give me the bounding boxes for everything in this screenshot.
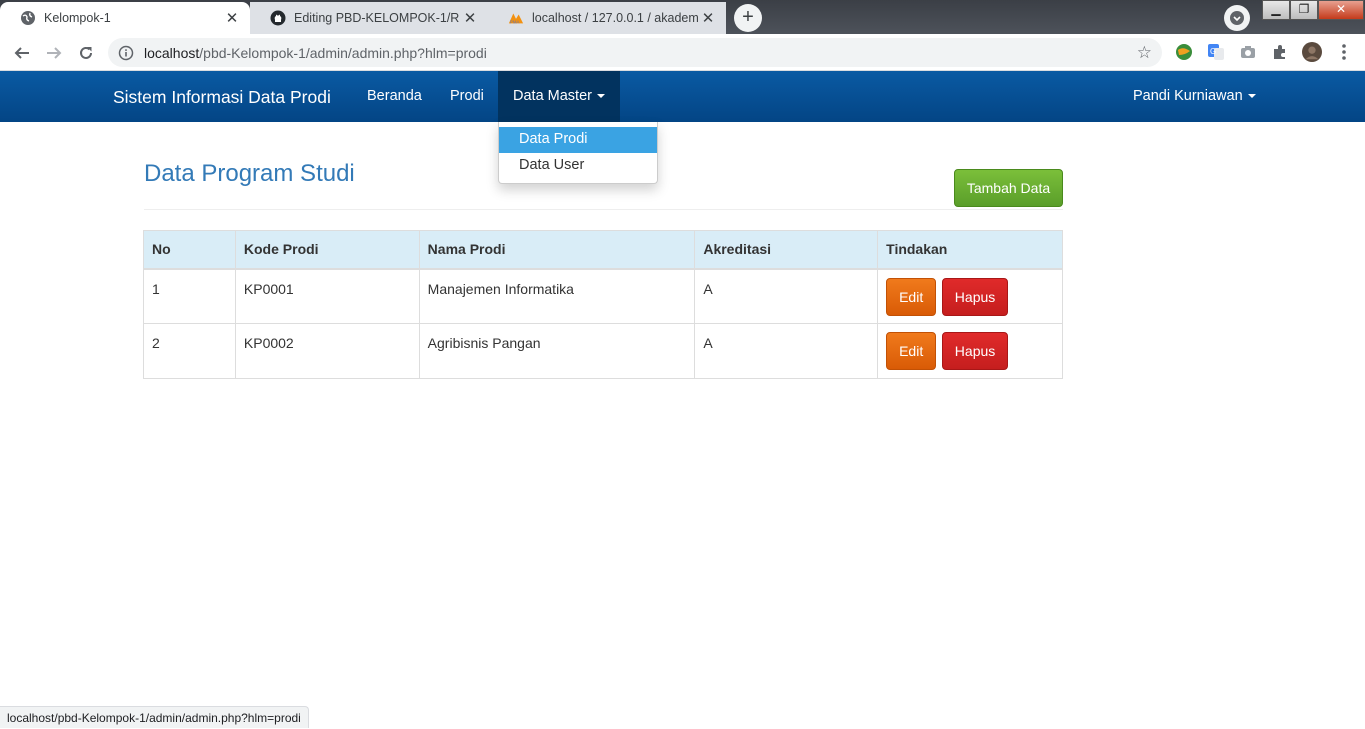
bookmark-star-icon[interactable]: ☆ bbox=[1137, 43, 1152, 63]
table-row: 2 KP0002 Agribisnis Pangan A Edit Hapus bbox=[143, 323, 1063, 379]
dropdown-item-data-user[interactable]: Data User bbox=[499, 153, 657, 179]
tab-search-button[interactable] bbox=[1224, 5, 1250, 31]
profile-avatar[interactable] bbox=[1302, 42, 1322, 62]
dropdown-item-data-prodi[interactable]: Data Prodi bbox=[499, 127, 657, 153]
github-icon bbox=[270, 10, 286, 26]
table-header-row: No Kode Prodi Nama Prodi Akreditasi Tind… bbox=[143, 230, 1063, 270]
page-title: Data Program Studi bbox=[144, 160, 355, 187]
new-tab-button[interactable]: + bbox=[734, 4, 762, 32]
data-master-dropdown-menu: Data Prodi Data User bbox=[498, 122, 658, 184]
table-row: 1 KP0001 Manajemen Informatika A Edit Ha… bbox=[143, 268, 1063, 324]
delete-button[interactable]: Hapus bbox=[942, 277, 1009, 316]
app-navbar: Sistem Informasi Data Prodi Beranda Prod… bbox=[0, 71, 1365, 122]
edit-button[interactable]: Edit bbox=[886, 277, 937, 316]
chevron-down-icon bbox=[1230, 11, 1244, 25]
info-icon[interactable] bbox=[118, 45, 134, 61]
browser-toolbar: localhost/pbd-Kelompok-1/admin/admin.php… bbox=[0, 34, 1365, 71]
caret-down-icon bbox=[596, 94, 605, 99]
arrow-right-icon bbox=[47, 47, 62, 59]
column-header-kode-prodi: Kode Prodi bbox=[234, 230, 420, 270]
extensions-puzzle-icon[interactable] bbox=[1270, 42, 1290, 62]
caret-down-icon bbox=[1247, 94, 1256, 99]
prodi-table: No Kode Prodi Nama Prodi Akreditasi Tind… bbox=[143, 230, 1063, 379]
column-header-nama-prodi: Nama Prodi bbox=[418, 230, 696, 270]
globe-icon bbox=[20, 10, 36, 26]
cell-akreditasi: A bbox=[694, 268, 879, 324]
tab-title: Editing PBD-KELOMPOK-1/READ bbox=[294, 11, 460, 25]
phpmyadmin-icon: PMA bbox=[508, 10, 524, 26]
close-tab-icon[interactable]: ✕ bbox=[222, 9, 242, 27]
link-status-bar: localhost/pbd-Kelompok-1/admin/admin.php… bbox=[0, 706, 309, 728]
browser-tab-strip: Kelompok-1 ✕ Editing PBD-KELOMPOK-1/READ… bbox=[0, 0, 1365, 34]
tab-github-editing[interactable]: Editing PBD-KELOMPOK-1/READ ✕ bbox=[250, 2, 488, 34]
cell-kode-prodi: KP0001 bbox=[234, 268, 420, 324]
arrow-left-icon bbox=[14, 47, 29, 59]
cell-nama-prodi: Agribisnis Pangan bbox=[418, 323, 696, 379]
tab-kelompok-1[interactable]: Kelompok-1 ✕ bbox=[0, 2, 250, 34]
cell-actions: Edit Hapus bbox=[877, 268, 1063, 324]
nav-dropdown-data-master[interactable]: Data Master bbox=[498, 71, 620, 122]
close-tab-icon[interactable]: ✕ bbox=[698, 9, 718, 27]
nav-link-beranda[interactable]: Beranda bbox=[367, 88, 422, 104]
cell-kode-prodi: KP0002 bbox=[234, 323, 420, 379]
maximize-button[interactable]: ❐ bbox=[1290, 0, 1318, 20]
cell-nama-prodi: Manajemen Informatika bbox=[418, 268, 696, 324]
tab-title: Kelompok-1 bbox=[44, 11, 111, 25]
camera-icon[interactable] bbox=[1238, 42, 1258, 62]
nav-link-prodi[interactable]: Prodi bbox=[450, 88, 484, 104]
delete-button[interactable]: Hapus bbox=[942, 332, 1009, 370]
nav-user-menu[interactable]: Pandi Kurniawan bbox=[1133, 88, 1256, 104]
back-button[interactable] bbox=[9, 40, 35, 66]
minimize-button[interactable]: ▁ bbox=[1262, 0, 1290, 20]
edit-button[interactable]: Edit bbox=[886, 332, 937, 370]
cell-akreditasi: A bbox=[694, 323, 879, 379]
add-data-button[interactable]: Tambah Data bbox=[954, 169, 1063, 207]
cell-actions: Edit Hapus bbox=[877, 323, 1063, 379]
svg-text:G: G bbox=[1210, 47, 1216, 56]
tab-phpmyadmin[interactable]: PMA localhost / 127.0.0.1 / akademik / ✕ bbox=[488, 2, 726, 34]
address-bar[interactable]: localhost/pbd-Kelompok-1/admin/admin.php… bbox=[108, 38, 1162, 67]
extension-globe-icon[interactable] bbox=[1174, 42, 1194, 62]
forward-button[interactable] bbox=[41, 40, 67, 66]
reload-button[interactable] bbox=[73, 40, 99, 66]
url-path: /pbd-Kelompok-1/admin/admin.php?hlm=prod… bbox=[199, 44, 487, 61]
google-translate-icon[interactable]: G bbox=[1206, 42, 1226, 62]
cell-no: 2 bbox=[143, 323, 236, 379]
title-divider bbox=[144, 209, 1063, 210]
svg-text:PMA: PMA bbox=[510, 19, 520, 24]
reload-icon bbox=[80, 46, 92, 59]
browser-menu-icon[interactable] bbox=[1334, 42, 1354, 62]
navbar-brand[interactable]: Sistem Informasi Data Prodi bbox=[113, 87, 331, 108]
window-close-button[interactable]: ✕ bbox=[1318, 0, 1364, 20]
column-header-akreditasi: Akreditasi bbox=[694, 230, 879, 270]
column-header-no: No bbox=[143, 230, 236, 270]
close-tab-icon[interactable]: ✕ bbox=[460, 9, 480, 27]
url-host: localhost bbox=[144, 44, 200, 61]
nav-dropdown-label: Data Master bbox=[513, 88, 592, 104]
tab-title: localhost / 127.0.0.1 / akademik / bbox=[532, 11, 698, 25]
column-header-tindakan: Tindakan bbox=[877, 230, 1063, 270]
cell-no: 1 bbox=[143, 268, 236, 324]
user-name: Pandi Kurniawan bbox=[1133, 88, 1243, 104]
